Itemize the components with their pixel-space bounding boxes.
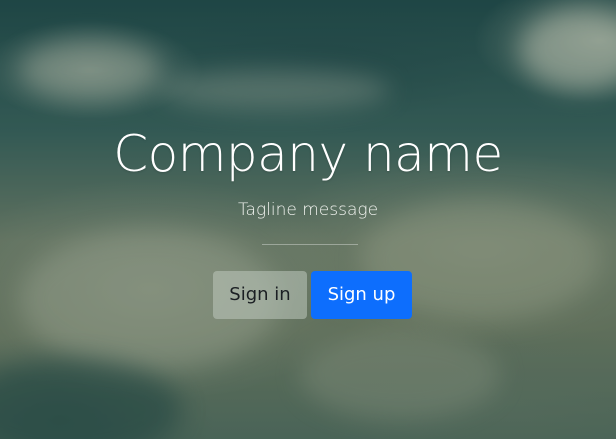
hero-section: Company name Tagline message Sign in Sig… [0, 0, 616, 439]
sign-in-button[interactable]: Sign in [213, 271, 307, 319]
sign-up-button[interactable]: Sign up [311, 271, 412, 319]
company-name-title: Company name [113, 125, 503, 183]
divider-line [262, 244, 358, 245]
tagline-text: Tagline message [237, 200, 379, 220]
